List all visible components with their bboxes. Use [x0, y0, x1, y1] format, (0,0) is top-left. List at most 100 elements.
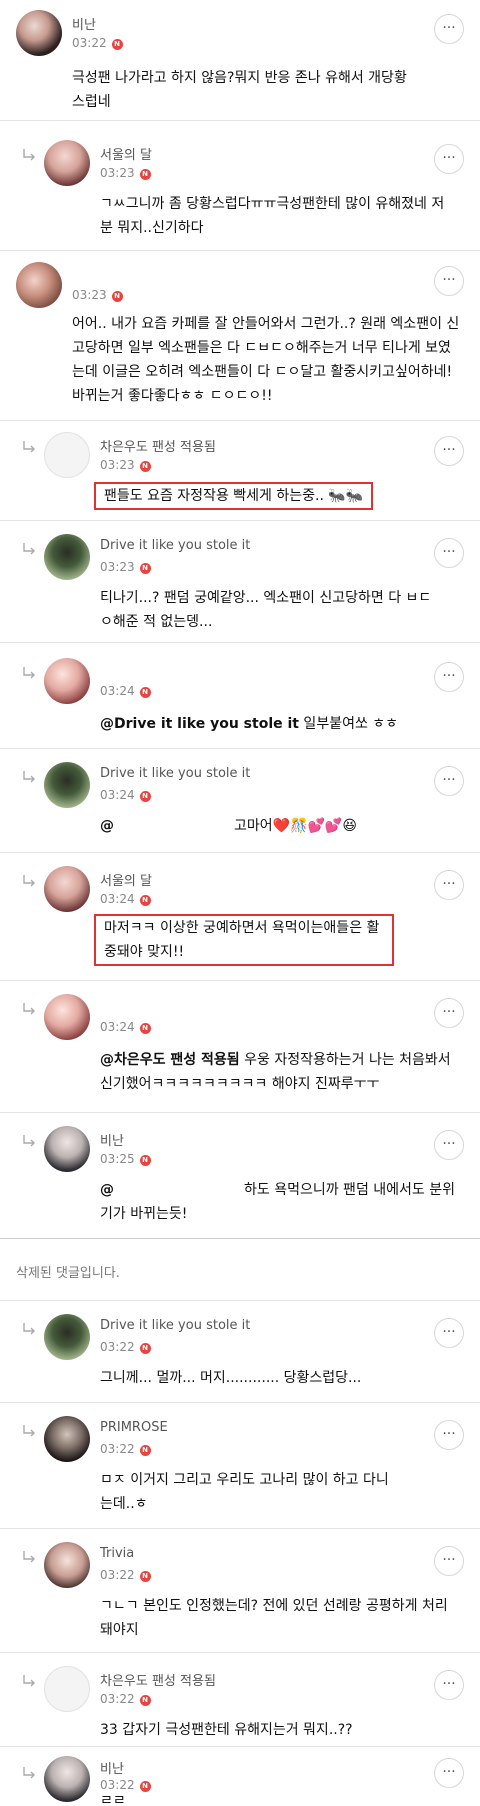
more-options-button[interactable]: ···: [434, 1420, 464, 1450]
new-badge: N: [139, 1695, 151, 1706]
new-badge: N: [139, 1445, 151, 1456]
comment-text: @Drive it like you stole it 일부붙여쏘 ㅎㅎ: [100, 716, 399, 732]
avatar[interactable]: [44, 1416, 90, 1462]
mention-link[interactable]: @차은우도 팬성 적용됨: [100, 1052, 240, 1068]
comment-text: 티나기...? 팬덤 궁예같앙... 엑소팬이 신고당하면 다 ㅂㄷㅇ해준 적 …: [100, 590, 432, 630]
comment-time: 03:22 N: [100, 1568, 151, 1582]
avatar[interactable]: [44, 658, 90, 704]
avatar[interactable]: [44, 534, 90, 580]
divider: [0, 1402, 480, 1403]
more-options-button[interactable]: ···: [434, 998, 464, 1028]
more-options-button[interactable]: ···: [434, 870, 464, 900]
comment-author[interactable]: Drive it like you stole it: [100, 538, 250, 553]
new-badge: N: [139, 461, 151, 472]
more-options-button[interactable]: ···: [434, 538, 464, 568]
reply-arrow-icon: [23, 1323, 35, 1335]
comment-author[interactable]: 차은우도 팬성 적용됨: [100, 436, 216, 455]
divider: [0, 1652, 480, 1653]
avatar[interactable]: [44, 762, 90, 808]
comment-time: 03:24 N: [100, 892, 151, 906]
default-avatar-icon[interactable]: [44, 432, 90, 478]
reply-arrow-icon: [23, 1425, 35, 1437]
avatar[interactable]: [44, 866, 90, 912]
new-badge: N: [139, 791, 151, 802]
divider: [0, 1746, 480, 1747]
avatar[interactable]: [44, 140, 90, 186]
more-options-button[interactable]: ···: [434, 1130, 464, 1160]
new-badge: N: [111, 39, 123, 50]
reply-arrow-icon: [23, 1767, 35, 1779]
comment-author[interactable]: 비난: [72, 14, 96, 33]
comment-time: 03:22 N: [72, 36, 123, 50]
avatar[interactable]: [44, 1314, 90, 1360]
more-options-button[interactable]: ···: [434, 144, 464, 174]
comment-text: @ 하도 욕먹으니까 팬덤 내에서도 분위기가 바뀌는듯!: [100, 1182, 455, 1222]
divider: [0, 120, 480, 121]
new-badge: N: [139, 169, 151, 180]
comment-author[interactable]: 비난: [100, 1130, 124, 1149]
avatar[interactable]: [44, 1756, 90, 1802]
avatar[interactable]: [44, 994, 90, 1040]
divider: [0, 1112, 480, 1113]
comment-time: 03:22 N: [100, 1340, 151, 1354]
comment-author[interactable]: 서울의 달: [100, 870, 152, 889]
comment-time: 03:23 N: [100, 458, 151, 472]
comment-text: ㅁㅈ 이거지 그리고 우리도 고나리 많이 하고 다니는데..ㅎ: [100, 1472, 389, 1512]
comment-author[interactable]: Drive it like you stole it: [100, 1318, 250, 1333]
new-badge: N: [139, 1023, 151, 1034]
mention-link[interactable]: @: [100, 1182, 114, 1198]
comment-text: @차은우도 팬성 적용됨 우웅 자정작용하는거 나는 처음봐서 신기했어ㅋㅋㅋㅋ…: [100, 1052, 451, 1092]
comment-time: 03:23 N: [100, 166, 151, 180]
reply-arrow-icon: [23, 875, 35, 887]
avatar[interactable]: [16, 10, 62, 56]
avatar[interactable]: [44, 1126, 90, 1172]
comment-author[interactable]: 서울의 달: [100, 144, 152, 163]
avatar[interactable]: [44, 1542, 90, 1588]
comment-author[interactable]: PRIMROSE: [100, 1420, 168, 1435]
comment-text: 33 갑자기 극성팬한테 유해지는거 뭐지..??: [100, 1722, 353, 1738]
comment-text: 극성팬 나가라고 하지 않음?뭐지 반응 존나 유해서 개당황스럽네: [72, 70, 407, 110]
comment-time: 03:24 N: [100, 684, 151, 698]
comment-author[interactable]: 차은우도 팬성 적용됨: [100, 1670, 216, 1689]
reply-arrow-icon: [23, 149, 35, 161]
comment-text: 어어.. 내가 요즘 카페를 잘 안들어와서 그런가..? 원래 엑소팬이 신고…: [72, 316, 460, 404]
reply-arrow-icon: [23, 1675, 35, 1687]
comment-time: 03:22 N: [100, 1778, 151, 1792]
comment-time: 03:24 N: [100, 788, 151, 802]
comment-text: ㄱㅆ그니까 좀 당황스럽다ㅠㅠ극성팬한테 많이 유해졌네 저분 뭐지..신기하다: [100, 196, 445, 236]
comment-text: @ 고마어❤️🎊💕💕😆: [100, 818, 357, 834]
comment-author[interactable]: Drive it like you stole it: [100, 766, 250, 781]
divider: [0, 980, 480, 981]
comment-text: 마저ㅋㅋ 이상한 궁예하면서 욕먹이는애들은 활중돼야 맞지!!: [94, 914, 394, 966]
reply-arrow-icon: [23, 771, 35, 783]
more-options-button[interactable]: ···: [434, 1546, 464, 1576]
reply-arrow-icon: [23, 1135, 35, 1147]
mention-link[interactable]: @Drive it like you stole it: [100, 716, 299, 732]
reply-arrow-icon: [23, 543, 35, 555]
avatar[interactable]: [16, 262, 62, 308]
divider: [0, 520, 480, 521]
more-options-button[interactable]: ···: [434, 14, 464, 44]
default-avatar-icon[interactable]: [44, 1666, 90, 1712]
comment-time: 03:23 N: [72, 288, 123, 302]
more-options-button[interactable]: ···: [434, 662, 464, 692]
more-options-button[interactable]: ···: [434, 1758, 464, 1788]
more-options-button[interactable]: ···: [434, 436, 464, 466]
new-badge: N: [111, 291, 123, 302]
comment-time: 03:23 N: [100, 560, 151, 574]
mention-link[interactable]: @: [100, 818, 114, 834]
reply-arrow-icon: [23, 441, 35, 453]
new-badge: N: [139, 895, 151, 906]
divider: [0, 852, 480, 853]
divider: [0, 1528, 480, 1529]
more-options-button[interactable]: ···: [434, 766, 464, 796]
more-options-button[interactable]: ···: [434, 1670, 464, 1700]
comment-author[interactable]: Trivia: [100, 1546, 134, 1561]
more-options-button[interactable]: ···: [434, 1318, 464, 1348]
new-badge: N: [139, 1571, 151, 1582]
comment-author[interactable]: 비난: [100, 1758, 124, 1777]
reply-arrow-icon: [23, 1551, 35, 1563]
divider: [0, 250, 480, 251]
more-options-button[interactable]: ···: [434, 266, 464, 296]
deleted-comment-text: 삭제된 댓글입니다.: [16, 1266, 120, 1281]
